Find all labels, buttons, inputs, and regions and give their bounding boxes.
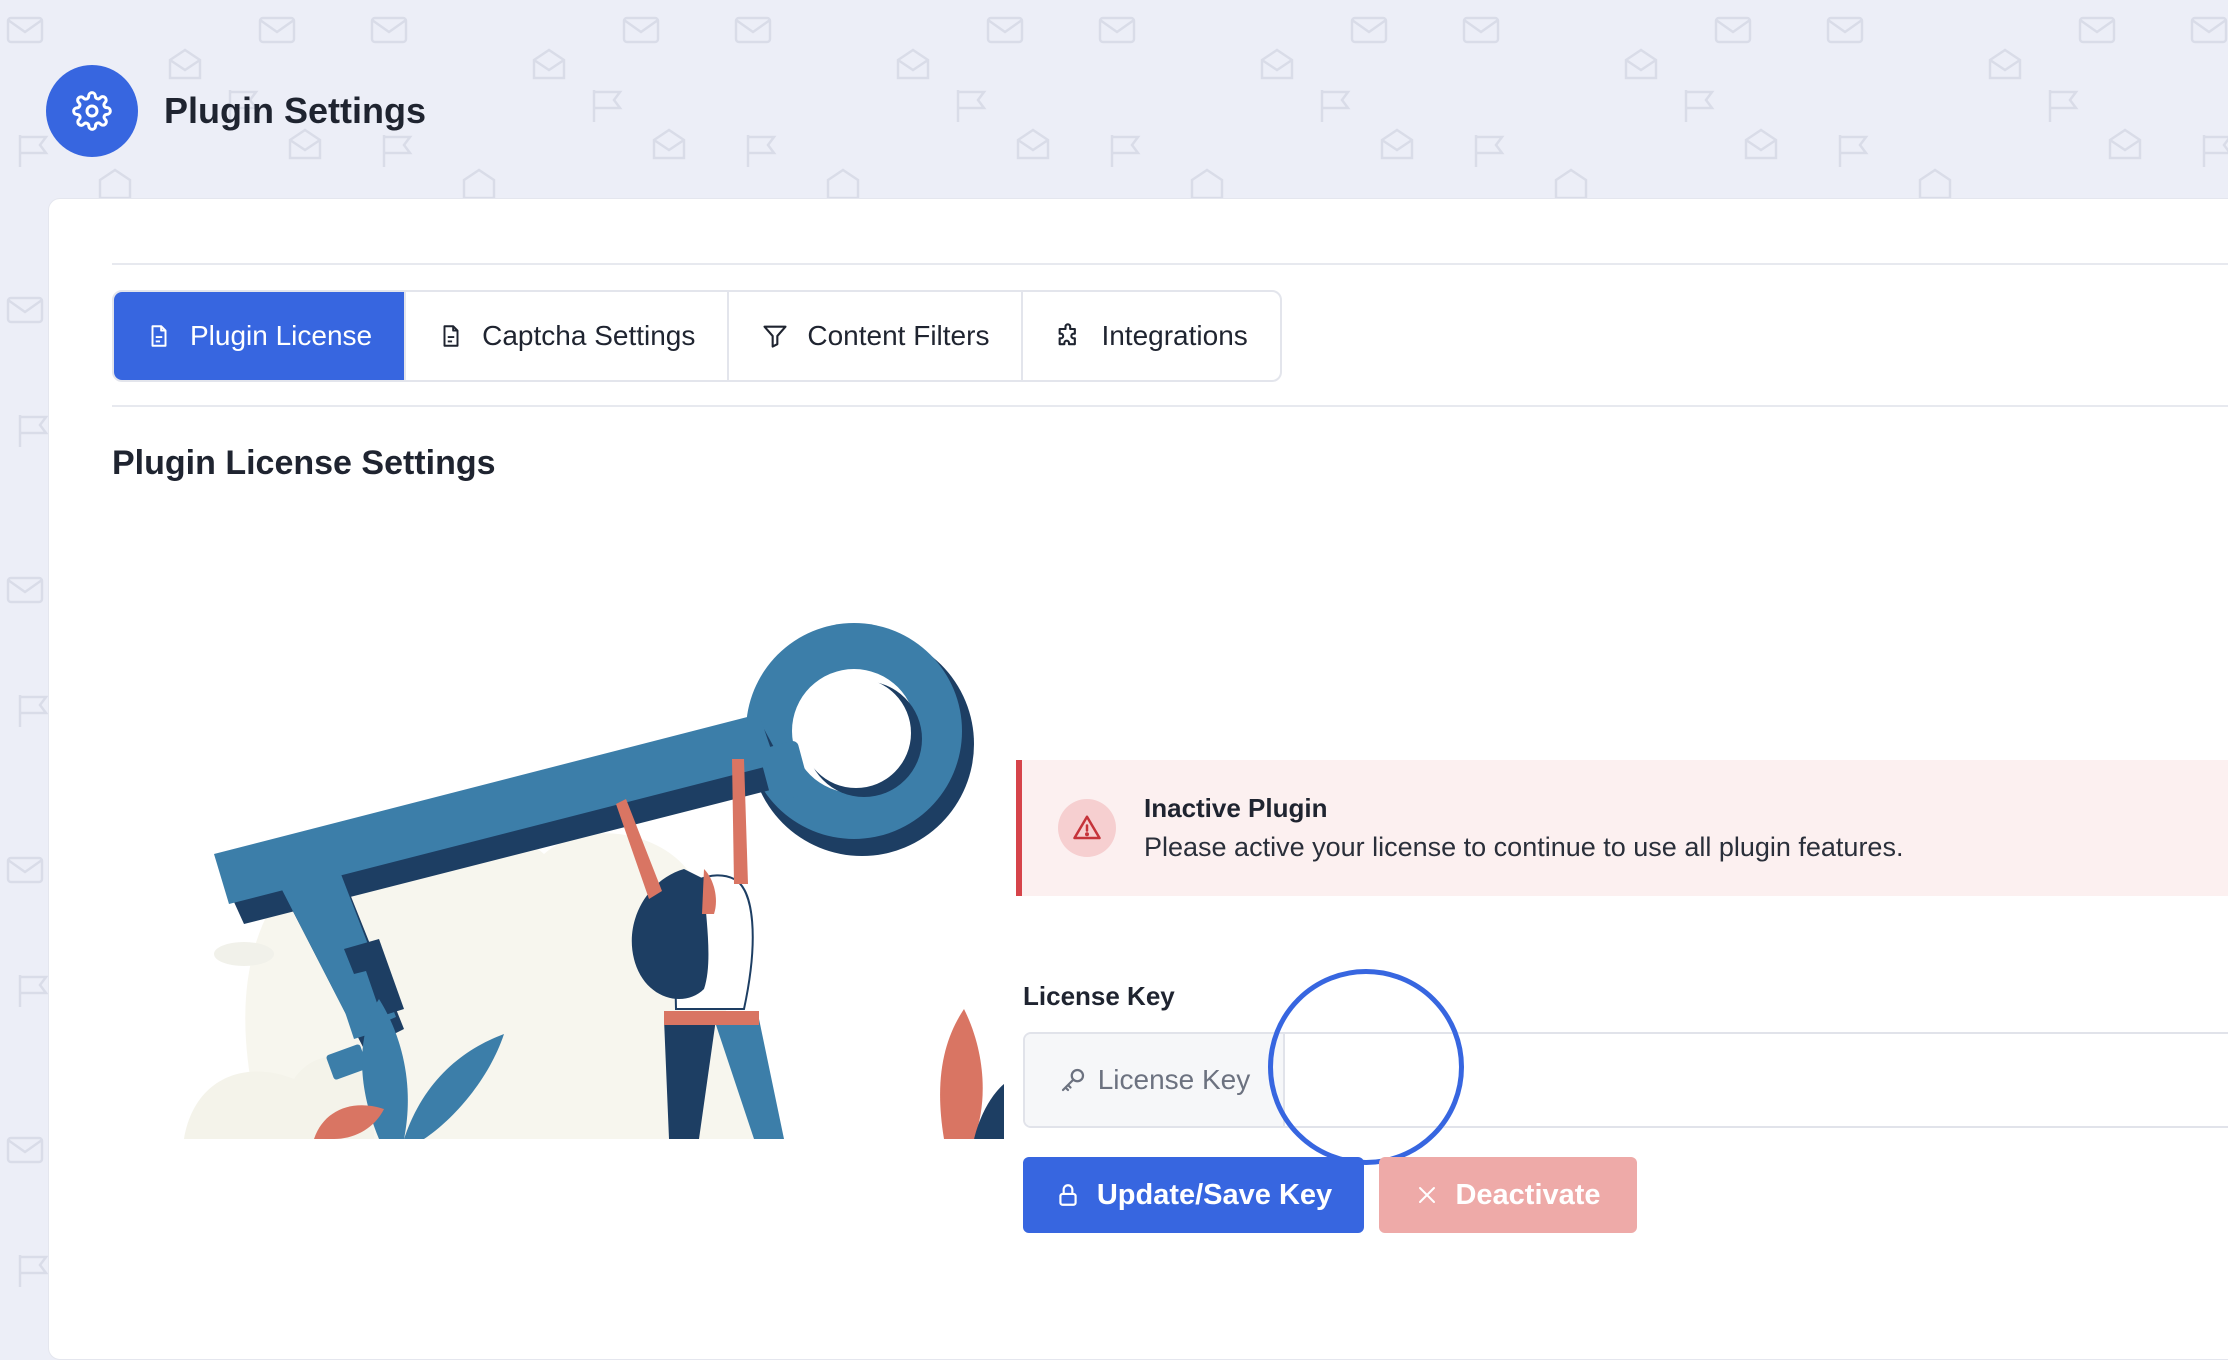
tab-integrations[interactable]: Integrations — [1023, 292, 1279, 380]
filter-icon — [763, 325, 787, 348]
tab-label: Plugin License — [190, 320, 373, 351]
page-title: Plugin Settings — [164, 90, 427, 131]
tabs-divider — [112, 405, 2228, 407]
alert-text: Inactive Plugin Please active your licen… — [1144, 793, 1903, 863]
document-icon — [443, 325, 459, 347]
gear-icon — [46, 65, 138, 157]
addon-text: License Key — [1097, 1064, 1251, 1095]
tab-label: Captcha Settings — [482, 320, 696, 351]
save-button-label: Update/Save Key — [1096, 1178, 1333, 1211]
inactive-plugin-alert: Inactive Plugin Please active your licen… — [1016, 760, 2228, 896]
tab-label: Content Filters — [807, 320, 990, 351]
document-icon — [151, 325, 167, 347]
alert-message: Please active your license to continue t… — [1144, 832, 1904, 862]
update-save-key-button[interactable]: Update/Save Key — [1023, 1157, 1364, 1233]
section-title: Plugin License Settings — [112, 444, 496, 482]
tab-label: Integrations — [1101, 320, 1248, 351]
warning-icon — [1058, 799, 1116, 857]
key-illustration — [184, 623, 1004, 1139]
settings-card: Plugin License Captcha Settings Content … — [48, 198, 2228, 1360]
puzzle-icon — [1059, 323, 1077, 346]
key-icon — [1061, 1068, 1084, 1092]
settings-tabs: Plugin License Captcha Settings Content … — [112, 290, 1282, 382]
lock-icon — [1059, 1184, 1077, 1206]
alert-title: Inactive Plugin — [1144, 793, 1328, 823]
tab-captcha-settings[interactable]: Captcha Settings — [406, 292, 730, 380]
page-header: Plugin Settings — [46, 65, 426, 157]
license-key-addon: License Key — [1025, 1034, 1285, 1126]
license-key-input[interactable] — [1285, 1034, 2228, 1126]
top-divider — [112, 263, 2228, 265]
license-key-input-group: License Key — [1023, 1032, 2228, 1128]
close-icon — [1419, 1187, 1436, 1203]
tab-content-filters[interactable]: Content Filters — [729, 292, 1024, 380]
deactivate-button[interactable]: Deactivate — [1379, 1157, 1637, 1233]
license-key-label: License Key — [1023, 981, 1175, 1011]
deactivate-button-label: Deactivate — [1455, 1178, 1601, 1211]
tab-plugin-license[interactable]: Plugin License — [114, 292, 407, 380]
